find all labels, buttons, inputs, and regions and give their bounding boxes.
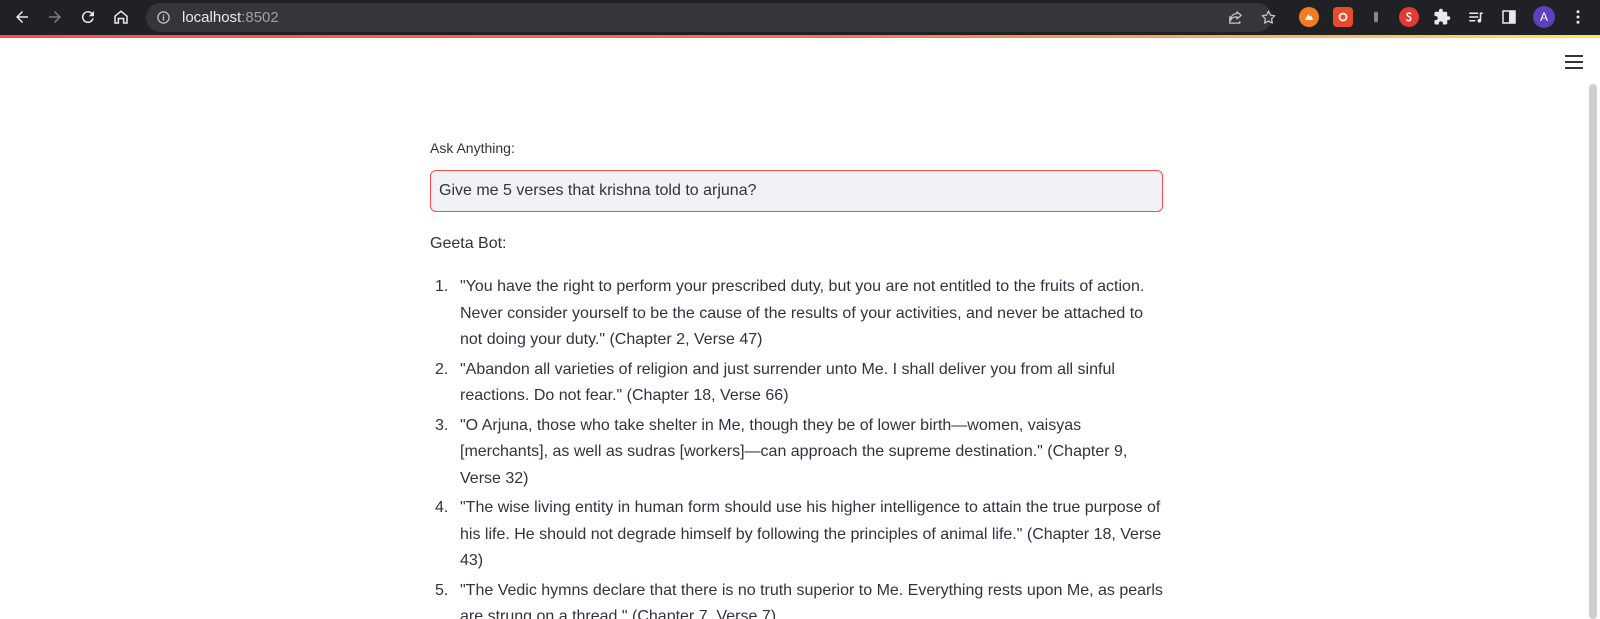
bot-response-label: Geeta Bot: (430, 235, 507, 252)
verse-number: 2. (435, 360, 449, 378)
verse-text: "The wise living entity in human form sh… (460, 499, 1162, 569)
verse-list: 1. "You have the right to perform your pr… (430, 274, 1165, 619)
avatar-letter: A (1539, 10, 1548, 24)
site-info-icon[interactable] (156, 10, 171, 25)
url-host: localhost (182, 9, 242, 26)
url-text: localhost:8502 (182, 9, 279, 26)
hamburger-menu-icon[interactable] (1565, 55, 1583, 69)
bookmark-star-icon[interactable] (1260, 9, 1277, 26)
media-queue-icon[interactable] (1466, 7, 1486, 27)
verse-number: 3. (435, 416, 449, 434)
extensions-puzzle-icon[interactable] (1432, 7, 1452, 27)
verse-text: "Abandon all varieties of religion and j… (460, 360, 1115, 405)
address-bar[interactable]: localhost:8502 (146, 3, 1276, 32)
browser-menu-icon[interactable] (1568, 7, 1588, 27)
verse-number: 4. (435, 499, 449, 516)
verse-item: 3. "O Arjuna, those who take shelter in M… (430, 413, 1165, 493)
home-icon[interactable] (108, 4, 134, 30)
verse-item: 2. "Abandon all varieties of religion and… (430, 357, 1165, 410)
verse-text: "The Vedic hymns declare that there is n… (460, 581, 1163, 619)
verse-text: "You have the right to perform your pres… (460, 278, 1145, 348)
side-panel-icon[interactable] (1499, 7, 1519, 27)
question-input[interactable] (430, 170, 1163, 212)
verse-item: 1. "You have the right to perform your pr… (430, 274, 1165, 354)
app-header-decoration (0, 35, 1600, 38)
extension-3-icon[interactable] (1366, 7, 1386, 27)
reload-icon[interactable] (75, 4, 101, 30)
browser-toolbar: localhost:8502 A (0, 0, 1600, 35)
question-input-label: Ask Anything: (430, 140, 515, 156)
forward-arrow-icon[interactable] (42, 4, 68, 30)
share-icon[interactable] (1227, 9, 1244, 26)
verse-number: 5. (435, 581, 449, 599)
verse-text: "O Arjuna, those who take shelter in Me,… (460, 416, 1128, 487)
profile-avatar[interactable]: A (1533, 6, 1555, 28)
verse-item: 4. "The wise living entity in human form … (430, 495, 1165, 575)
verse-item: 5. "The Vedic hymns declare that there is… (430, 578, 1165, 619)
url-port: :8502 (241, 9, 279, 26)
main-content: Ask Anything: Geeta Bot: 1. "You have the… (430, 138, 1165, 619)
page-scrollbar[interactable] (1589, 84, 1597, 619)
extension-2-icon[interactable] (1333, 7, 1353, 27)
back-arrow-icon[interactable] (9, 4, 35, 30)
verse-number: 1. (435, 278, 449, 295)
extension-1-icon[interactable] (1299, 7, 1319, 27)
extension-4-icon[interactable] (1399, 7, 1419, 27)
